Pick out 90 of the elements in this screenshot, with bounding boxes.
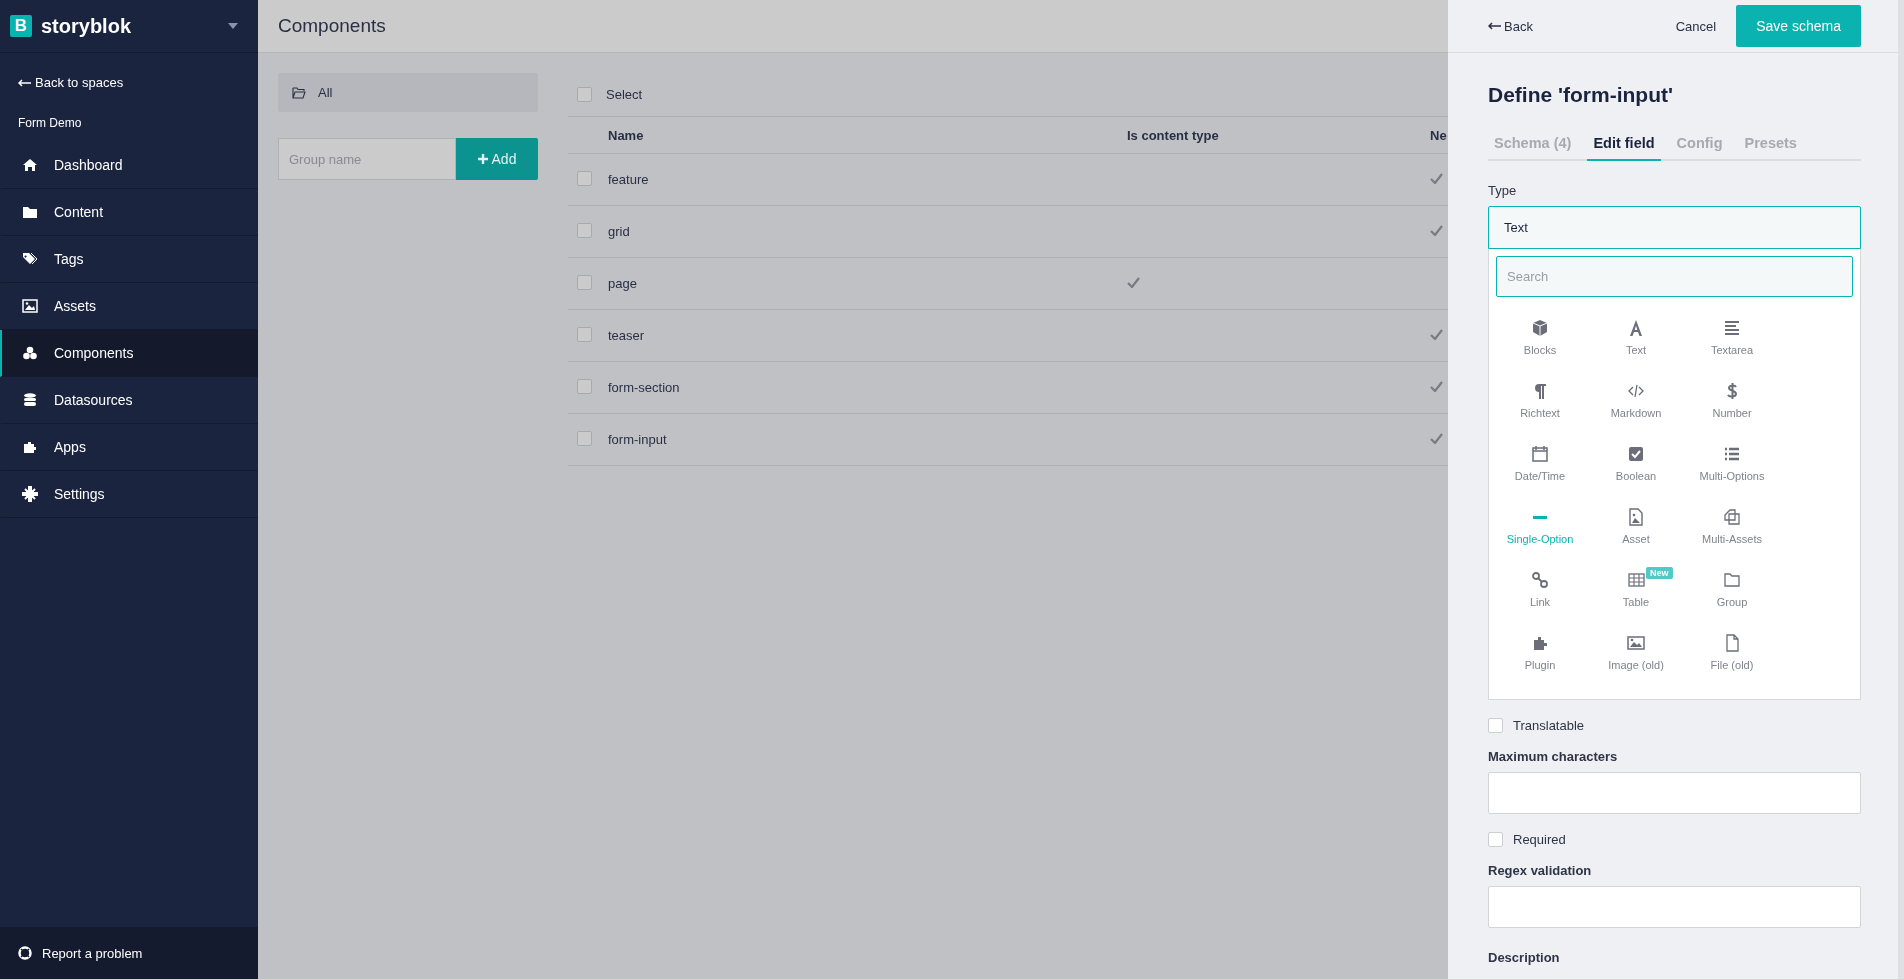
type-option[interactable]: File (old) [1684, 634, 1780, 697]
component-name[interactable]: form-section [608, 380, 680, 395]
code-icon [1627, 382, 1645, 400]
add-button[interactable]: Add [456, 138, 538, 180]
folder-icon [292, 86, 306, 99]
calendar-icon [1531, 445, 1549, 463]
field-label: Regex validation [1488, 863, 1593, 878]
list-icon [1723, 445, 1741, 463]
type-select[interactable]: Text [1488, 206, 1861, 249]
panel-title: Define 'form-input' [1488, 83, 1674, 107]
report-problem-link[interactable]: Report a problem [0, 927, 258, 979]
checkbox-label: Required [1513, 832, 1566, 847]
space-name: Form Demo [17, 115, 83, 132]
checkbox[interactable] [577, 430, 592, 446]
brand-name: storyblok [41, 14, 133, 38]
type-option[interactable]: Plugin [1492, 634, 1588, 697]
image-icon [22, 298, 38, 314]
folder-icon [1723, 571, 1741, 589]
plus-icon [477, 154, 488, 164]
type-option[interactable]: Markdown [1588, 382, 1684, 445]
image-icon [1627, 634, 1645, 652]
field-label: Type [1488, 183, 1518, 198]
type-option[interactable]: Link [1492, 571, 1588, 634]
table-icon [1627, 571, 1645, 589]
tag-icon [22, 251, 38, 267]
group-item[interactable]: All [278, 73, 538, 112]
arrow-left-icon [1488, 22, 1501, 30]
arrow-left-icon [18, 78, 31, 87]
component-name[interactable]: grid [608, 224, 630, 239]
input-field[interactable] [1488, 772, 1861, 814]
page-title: Components [278, 15, 386, 37]
component-name[interactable]: feature [608, 172, 649, 187]
cube-icon [1531, 319, 1549, 337]
type-option[interactable]: Boolean [1588, 445, 1684, 508]
tab[interactable]: Edit field [1587, 135, 1661, 161]
field-label: Description [1488, 950, 1561, 965]
dash-icon [1533, 516, 1547, 519]
type-option[interactable]: Multi-Options [1684, 445, 1780, 508]
column-header: Name [608, 127, 644, 143]
select-label: Select [606, 87, 643, 102]
checkbox-label: Translatable [1513, 718, 1585, 733]
type-option[interactable]: Group [1684, 571, 1780, 634]
checkbox[interactable] [577, 87, 592, 102]
lines-icon [1723, 319, 1741, 337]
column-header: Ne [1430, 127, 1447, 143]
column-header: Is content type [1127, 127, 1219, 143]
new-badge: New [1646, 567, 1673, 579]
type-option[interactable]: Textarea [1684, 319, 1780, 382]
type-option[interactable]: Single-Option [1492, 508, 1588, 571]
logo-mark: B [10, 15, 32, 37]
back-link[interactable]: Back [1504, 18, 1533, 34]
checkbox[interactable] [577, 170, 592, 186]
search-field[interactable]: Search [1496, 256, 1853, 297]
input-field[interactable] [1488, 886, 1861, 928]
component-name[interactable]: teaser [608, 328, 645, 343]
folder-icon [22, 204, 38, 220]
image-file-icon [1627, 508, 1645, 526]
field-label: Maximum characters [1488, 749, 1619, 764]
type-option[interactable]: Image (old) [1588, 634, 1684, 697]
puzzle-icon [1531, 634, 1549, 652]
cancel-link[interactable]: Cancel [1675, 18, 1717, 34]
checkbox[interactable] [577, 274, 592, 290]
save-schema-button[interactable]: Save schema [1736, 5, 1861, 47]
puzzle-icon [22, 439, 38, 455]
cubes-icon [22, 345, 38, 361]
type-option[interactable]: Date/Time [1492, 445, 1588, 508]
letter-icon [1627, 319, 1645, 337]
type-option[interactable]: Multi-Assets [1684, 508, 1780, 571]
caret-icon[interactable] [228, 23, 238, 29]
checkbox[interactable] [577, 326, 592, 342]
type-option[interactable]: Richtext [1492, 382, 1588, 445]
component-name[interactable]: page [608, 276, 637, 291]
type-option[interactable]: Number [1684, 382, 1780, 445]
component-name[interactable]: form-input [608, 432, 667, 447]
type-option[interactable]: Blocks [1492, 319, 1588, 382]
lifebuoy-icon [18, 946, 32, 960]
database-icon [22, 392, 38, 408]
checkbox[interactable] [1488, 718, 1503, 733]
copies-icon [1723, 508, 1741, 526]
type-option[interactable]: Text [1588, 319, 1684, 382]
checkbox[interactable] [577, 222, 592, 238]
group-name-field[interactable]: Group name [278, 138, 456, 180]
link-icon [1531, 571, 1549, 589]
checkbox[interactable] [577, 378, 592, 394]
checkbox[interactable] [1488, 832, 1503, 847]
back-link[interactable]: Back to spaces [35, 75, 124, 90]
file-icon [1723, 634, 1741, 652]
home-icon [22, 157, 38, 173]
nav-item[interactable]: Components [0, 330, 258, 377]
checkbox-icon [1627, 445, 1645, 463]
